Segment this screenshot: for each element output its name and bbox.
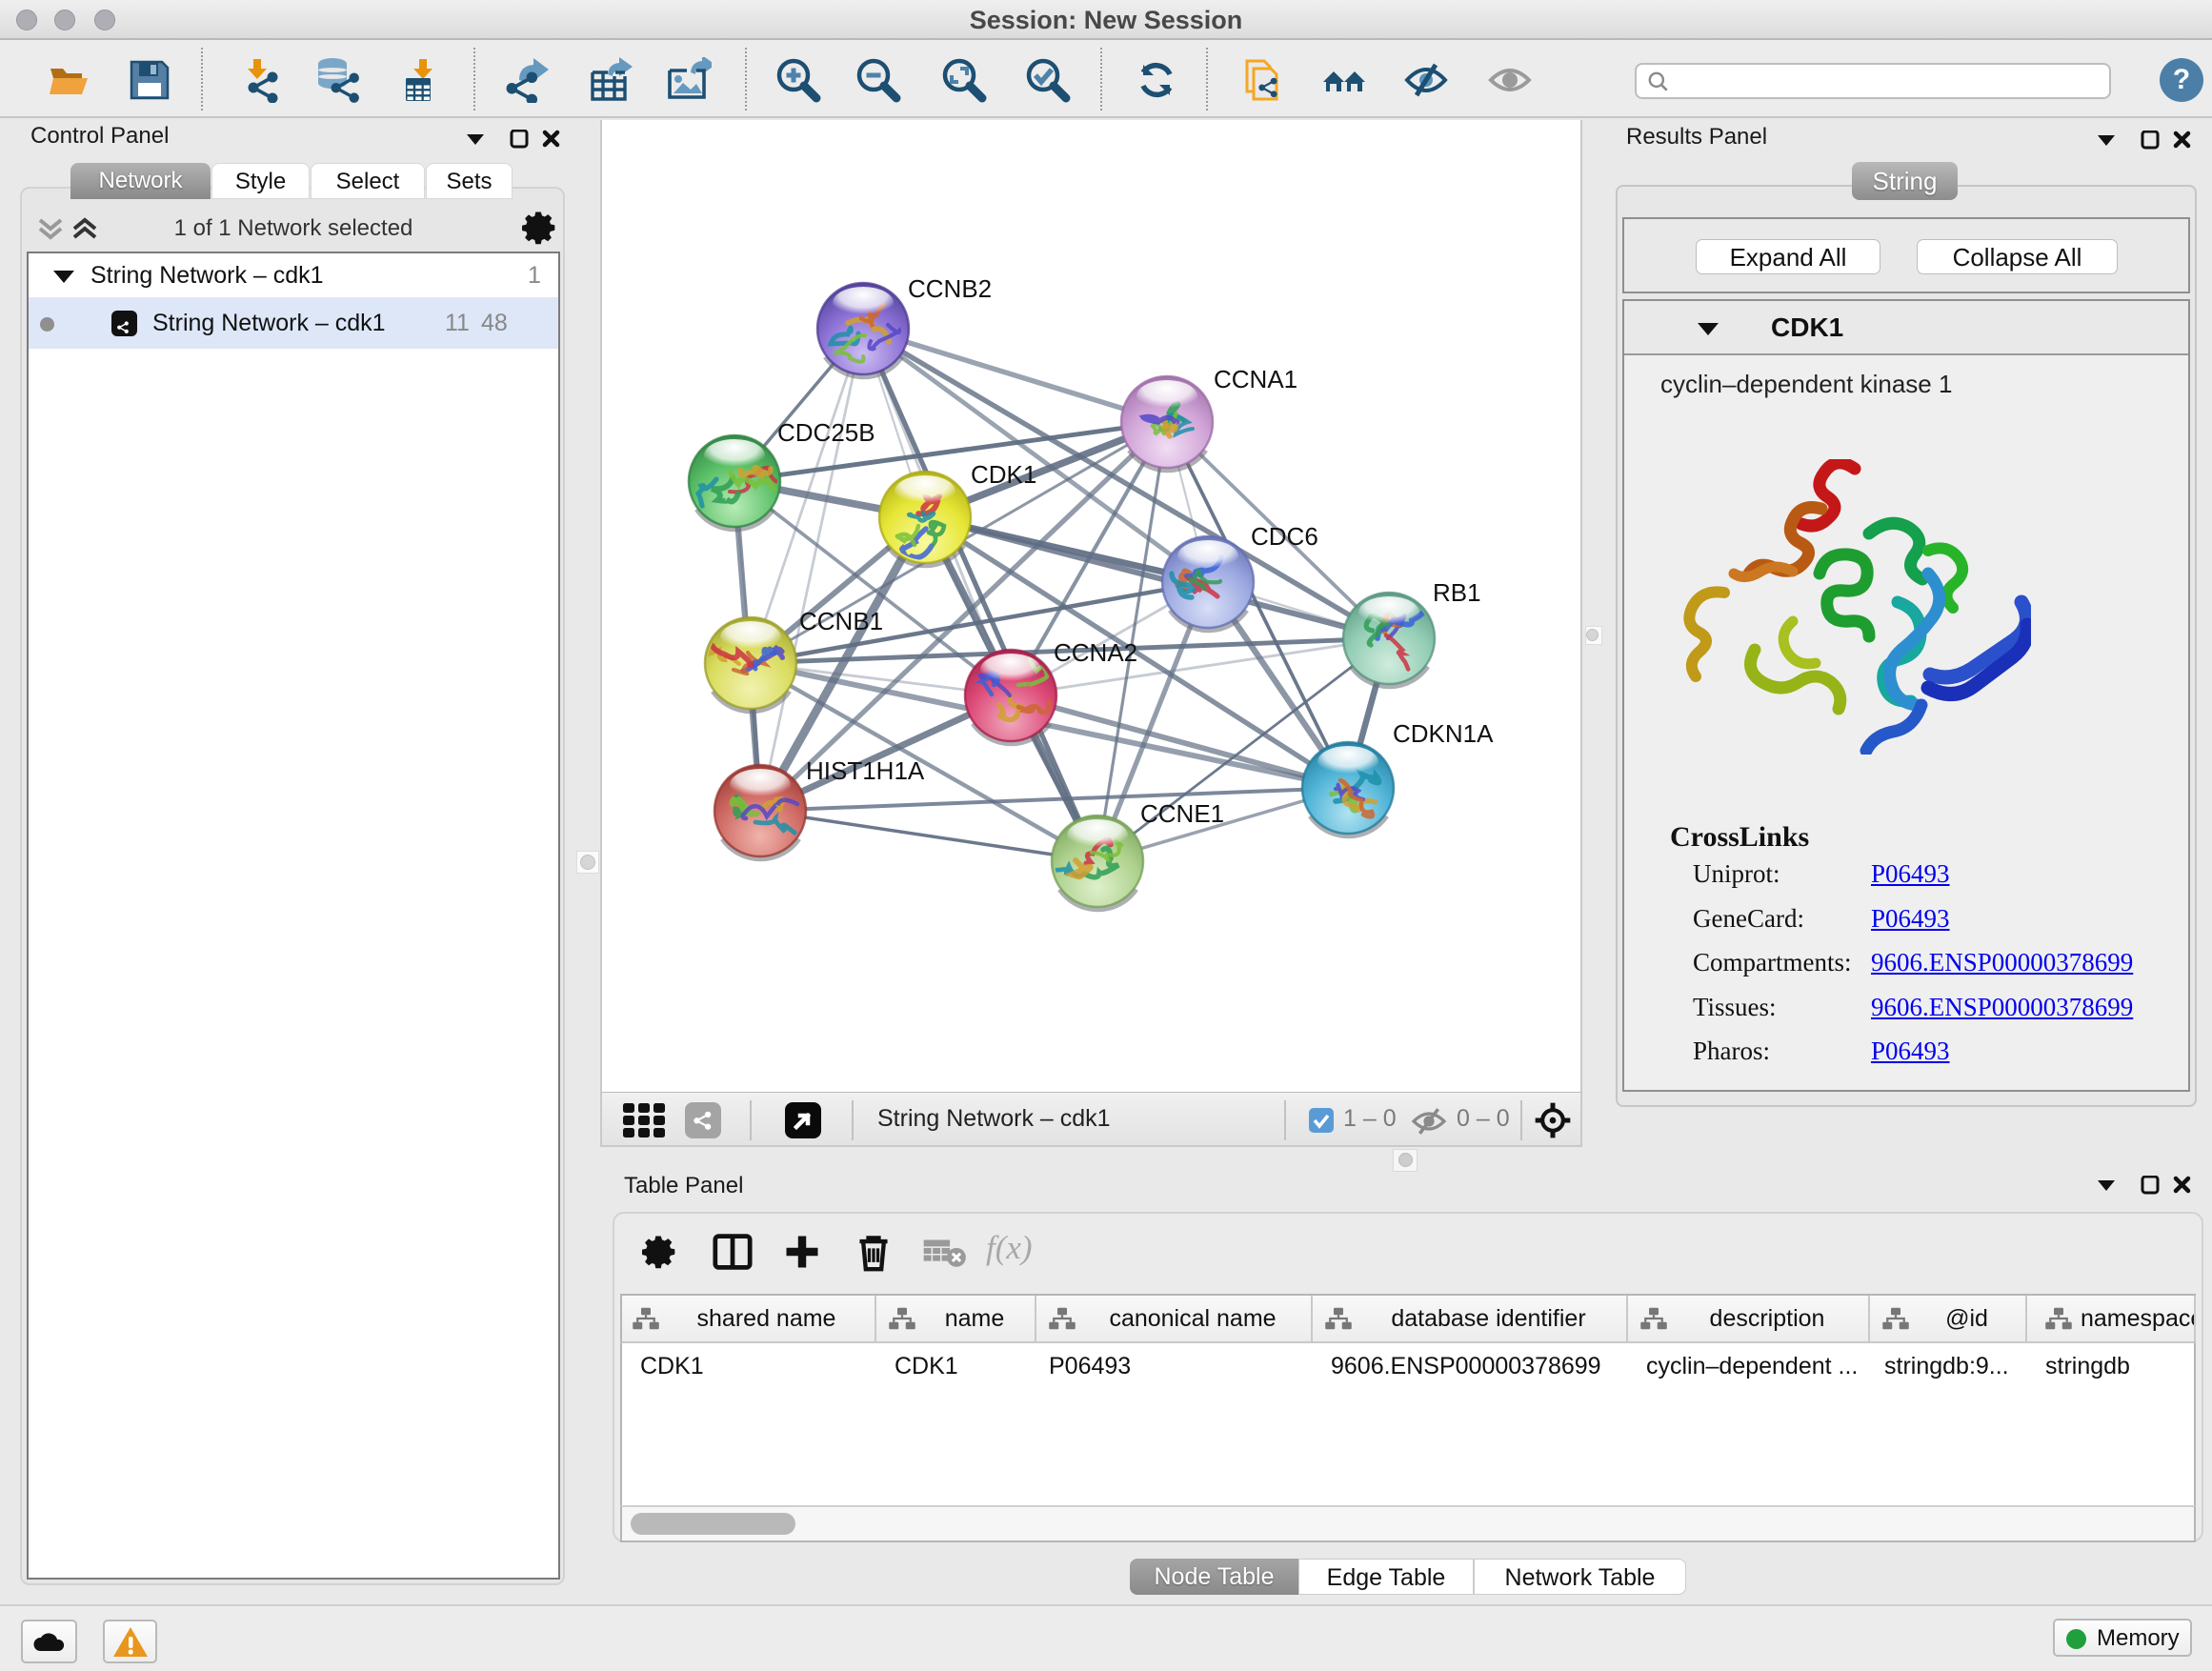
- svg-text:CCNE1: CCNE1: [1140, 799, 1224, 828]
- svg-text:CDKN1A: CDKN1A: [1393, 719, 1494, 748]
- svg-text:HIST1H1A: HIST1H1A: [806, 756, 925, 785]
- svg-text:RB1: RB1: [1433, 578, 1481, 607]
- svg-text:CCNA1: CCNA1: [1214, 365, 1297, 393]
- svg-text:CCNB1: CCNB1: [799, 607, 883, 635]
- svg-text:CDK1: CDK1: [971, 460, 1036, 489]
- svg-text:CCNA2: CCNA2: [1054, 638, 1137, 667]
- svg-text:CCNB2: CCNB2: [908, 274, 992, 303]
- svg-text:CDC25B: CDC25B: [777, 418, 875, 447]
- svg-text:CDC6: CDC6: [1251, 522, 1318, 551]
